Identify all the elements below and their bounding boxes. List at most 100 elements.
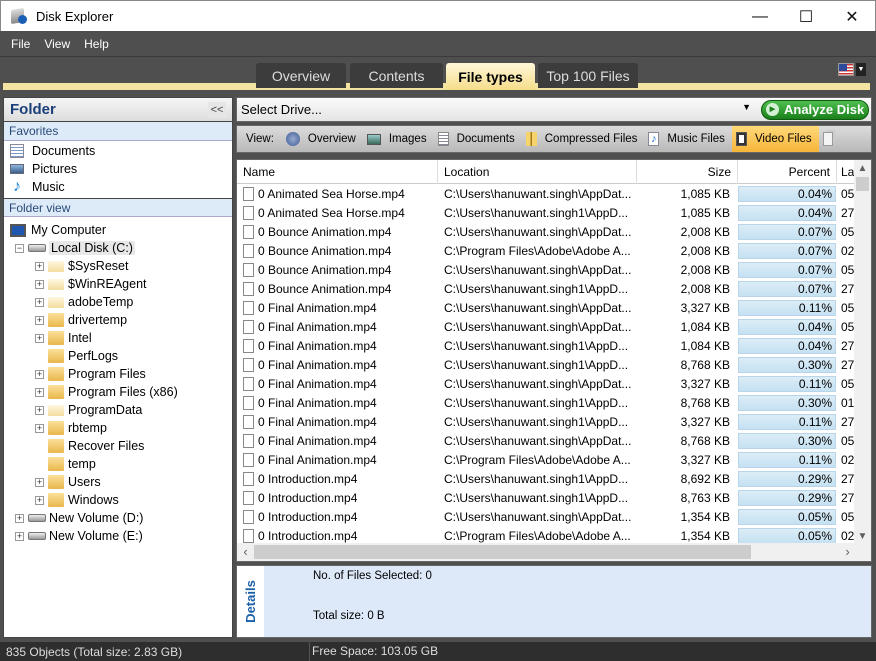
- expand-icon[interactable]: +: [35, 477, 44, 487]
- tree-folder[interactable]: + $WinREAgent: [4, 275, 232, 293]
- us-flag-icon[interactable]: [838, 63, 854, 76]
- tree-folder[interactable]: + Program Files: [4, 365, 232, 383]
- language-dropdown-icon[interactable]: ▼: [856, 63, 866, 76]
- table-row[interactable]: 0 Final Animation.mp4 C:\Users\hanuwant.s…: [237, 355, 871, 374]
- table-row[interactable]: 0 Animated Sea Horse.mp4 C:\Users\hanuwan…: [237, 184, 871, 203]
- expand-icon[interactable]: +: [35, 495, 44, 505]
- document-icon: [10, 144, 24, 158]
- tab-file-types[interactable]: File types: [446, 63, 535, 90]
- collapse-icon[interactable]: −: [15, 243, 24, 253]
- analyze-disk-button[interactable]: ▶ Analyze Disk: [761, 99, 869, 120]
- table-row[interactable]: 0 Final Animation.mp4 C:\Users\hanuwant.s…: [237, 393, 871, 412]
- expand-icon[interactable]: +: [35, 333, 44, 343]
- tree-folder[interactable]: + drivertemp: [4, 311, 232, 329]
- table-row[interactable]: 0 Bounce Animation.mp4 C:\Users\hanuwant.…: [237, 279, 871, 298]
- file-icon: [243, 395, 254, 410]
- tree-folder[interactable]: Recover Files: [4, 437, 232, 455]
- table-row[interactable]: 0 Introduction.mp4 C:\Users\hanuwant.sing…: [237, 488, 871, 507]
- tree-new-volume-d[interactable]: + New Volume (D:): [4, 509, 232, 527]
- tab-overview[interactable]: Overview: [256, 63, 346, 88]
- vertical-scrollbar[interactable]: ▲ ▼: [854, 160, 871, 545]
- details-tab[interactable]: Details: [237, 566, 264, 637]
- scroll-right-icon[interactable]: ›: [839, 543, 856, 561]
- table-row[interactable]: 0 Bounce Animation.mp4 C:\Users\hanuwant.…: [237, 222, 871, 241]
- expand-icon[interactable]: +: [35, 387, 44, 397]
- table-row[interactable]: 0 Bounce Animation.mp4 C:\Program Files\A…: [237, 241, 871, 260]
- file-icon: [243, 357, 254, 372]
- file-icon: [243, 528, 254, 543]
- view-compressed-files[interactable]: Compressed Files: [522, 126, 645, 152]
- table-row[interactable]: 0 Final Animation.mp4 C:\Users\hanuwant.s…: [237, 431, 871, 450]
- menu-view[interactable]: View: [37, 37, 77, 51]
- expand-icon[interactable]: +: [35, 405, 44, 415]
- tree-folder[interactable]: + rbtemp: [4, 419, 232, 437]
- file-icon: [243, 186, 254, 201]
- tree-folder[interactable]: + $SysReset: [4, 257, 232, 275]
- expand-icon[interactable]: +: [15, 531, 24, 541]
- favorite-music[interactable]: ♪ Music: [4, 178, 232, 196]
- tree-my-computer[interactable]: My Computer: [4, 221, 232, 239]
- table-row[interactable]: 0 Final Animation.mp4 C:\Users\hanuwant.s…: [237, 298, 871, 317]
- tab-contents[interactable]: Contents: [350, 63, 443, 88]
- table-row[interactable]: 0 Final Animation.mp4 C:\Users\hanuwant.s…: [237, 317, 871, 336]
- column-size[interactable]: Size: [637, 160, 738, 184]
- expand-icon[interactable]: +: [35, 297, 44, 307]
- menu-help[interactable]: Help: [77, 37, 116, 51]
- expand-icon[interactable]: +: [15, 513, 24, 523]
- expand-icon[interactable]: +: [35, 423, 44, 433]
- column-location[interactable]: Location: [438, 160, 637, 184]
- horizontal-scroll-thumb[interactable]: [254, 545, 751, 559]
- folder-icon: [48, 313, 64, 327]
- table-row[interactable]: 0 Introduction.mp4 C:\Users\hanuwant.sing…: [237, 469, 871, 488]
- view-documents[interactable]: Documents: [434, 126, 522, 152]
- table-row[interactable]: 0 Animated Sea Horse.mp4 C:\Users\hanuwan…: [237, 203, 871, 222]
- view-overview[interactable]: Overview: [282, 126, 363, 152]
- file-name-cell: 0 Animated Sea Horse.mp4: [237, 205, 438, 220]
- scroll-left-icon[interactable]: ‹: [237, 543, 254, 561]
- expand-icon[interactable]: +: [35, 369, 44, 379]
- minimize-button[interactable]: —: [737, 1, 783, 32]
- size-cell: 3,327 KB: [680, 300, 730, 315]
- location-cell: C:\Users\hanuwant.singh1\AppD...: [444, 281, 629, 296]
- table-row[interactable]: 0 Bounce Animation.mp4 C:\Users\hanuwant.…: [237, 260, 871, 279]
- tree-folder[interactable]: + ProgramData: [4, 401, 232, 419]
- expand-icon[interactable]: +: [35, 261, 44, 271]
- expand-icon[interactable]: +: [35, 315, 44, 325]
- column-name[interactable]: Name: [237, 160, 438, 184]
- tree-folder[interactable]: temp: [4, 455, 232, 473]
- scroll-up-icon[interactable]: ▲: [854, 160, 871, 177]
- table-row[interactable]: 0 Final Animation.mp4 C:\Users\hanuwant.s…: [237, 374, 871, 393]
- view-music-files[interactable]: ♪ Music Files: [644, 126, 732, 152]
- view-video-files[interactable]: Video Files: [731, 126, 819, 152]
- vertical-scroll-thumb[interactable]: [856, 177, 869, 191]
- table-row[interactable]: 0 Final Animation.mp4 C:\Users\hanuwant.s…: [237, 336, 871, 355]
- tab-top-100-files[interactable]: Top 100 Files: [538, 63, 638, 88]
- tree-folder[interactable]: + Windows: [4, 491, 232, 509]
- table-row[interactable]: 0 Introduction.mp4 C:\Users\hanuwant.sing…: [237, 507, 871, 526]
- last-modified-cell: 05: [841, 186, 855, 201]
- table-row[interactable]: 0 Final Animation.mp4 C:\Users\hanuwant.s…: [237, 412, 871, 431]
- tree-folder[interactable]: + Intel: [4, 329, 232, 347]
- size-cell: 3,327 KB: [680, 414, 730, 429]
- tree-folder[interactable]: + adobeTemp: [4, 293, 232, 311]
- column-percent[interactable]: Percent: [738, 160, 837, 184]
- copy-files-icon: [822, 132, 833, 146]
- size-cell: 8,768 KB: [680, 433, 730, 448]
- tree-folder[interactable]: + Program Files (x86): [4, 383, 232, 401]
- tree-folder[interactable]: + Users: [4, 473, 232, 491]
- drive-select[interactable]: Select Drive... ▼: [237, 102, 761, 117]
- tree-new-volume-e[interactable]: + New Volume (E:): [4, 527, 232, 545]
- view-images[interactable]: Images: [363, 126, 434, 152]
- horizontal-scrollbar[interactable]: ‹ ›: [237, 543, 871, 561]
- tree-folder[interactable]: PerfLogs: [4, 347, 232, 365]
- maximize-button[interactable]: ☐: [783, 1, 829, 32]
- table-row[interactable]: 0 Final Animation.mp4 C:\Program Files\Ad…: [237, 450, 871, 469]
- expand-icon[interactable]: +: [35, 279, 44, 289]
- tree-local-disk-c[interactable]: − Local Disk (C:): [4, 239, 232, 257]
- favorite-pictures[interactable]: Pictures: [4, 160, 232, 178]
- favorite-documents[interactable]: Documents: [4, 142, 232, 160]
- menu-file[interactable]: File: [4, 37, 37, 51]
- collapse-sidebar-button[interactable]: <<: [208, 101, 226, 118]
- view-other-files[interactable]: [819, 126, 848, 152]
- close-button[interactable]: ✕: [829, 1, 875, 32]
